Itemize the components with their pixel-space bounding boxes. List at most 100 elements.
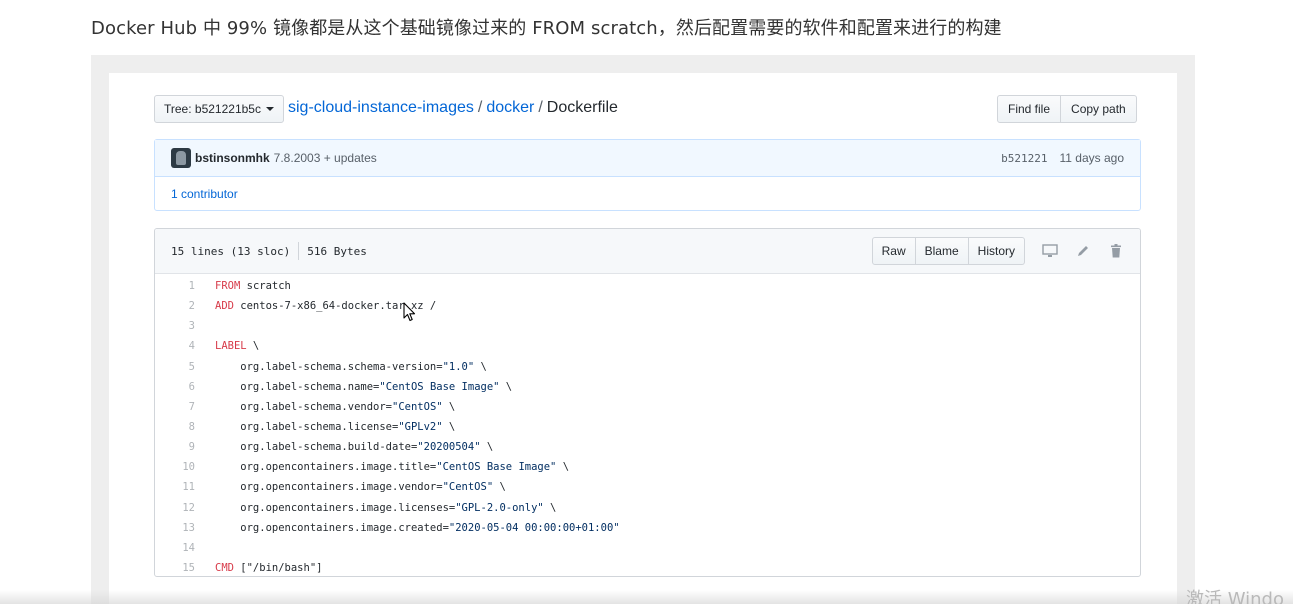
code-line: 4 LABEL \ [155, 336, 1140, 356]
code-text: org.label-schema.schema-version= [215, 360, 443, 373]
file-view-button-group: Raw Blame History [871, 237, 1025, 265]
code-text: \ [499, 380, 513, 393]
code-string: "CentOS" [392, 400, 443, 413]
code-text: \ [543, 501, 557, 514]
line-content: ADD centos-7-x86_64-docker.tar.xz / [205, 300, 436, 312]
file-nav-buttons: Find file Copy path [997, 95, 1137, 123]
line-content: FROM scratch [205, 280, 291, 292]
contributors-link[interactable]: 1 contributor [171, 187, 238, 201]
code-string: "GPL-2.0-only" [455, 501, 544, 514]
commit-author[interactable]: bstinsonmhk [195, 151, 270, 165]
line-number[interactable]: 9 [155, 441, 205, 453]
code-line: 15 CMD ["/bin/bash"] [155, 558, 1140, 576]
code-line: 6 org.label-schema.name="CentOS Base Ima… [155, 377, 1140, 397]
taskbar-shadow [0, 590, 1293, 604]
tree-button-label: Tree: b521221b5c [164, 102, 261, 116]
activation-watermark: 激活 Windo [1186, 589, 1284, 604]
breadcrumb-folder-link[interactable]: docker [486, 99, 534, 116]
file-header: 15 lines (13 sloc) 516 Bytes Raw Blame H… [155, 229, 1140, 274]
pencil-icon[interactable] [1075, 243, 1091, 259]
file-actions: Raw Blame History [871, 237, 1124, 265]
desktop-icon[interactable] [1042, 243, 1058, 259]
code-line: 5 org.label-schema.schema-version="1.0" … [155, 357, 1140, 377]
code-text: org.label-schema.name= [215, 380, 380, 393]
line-content: org.opencontainers.image.vendor="CentOS"… [205, 481, 506, 493]
code-text: \ [493, 481, 506, 494]
branch-tree-button[interactable]: Tree: b521221b5c [154, 95, 284, 123]
latest-commit-box: bstinsonmhk 7.8.2003 + updates b521221 1… [154, 139, 1141, 211]
line-number[interactable]: 5 [155, 361, 205, 373]
line-number[interactable]: 7 [155, 401, 205, 413]
code-text: \ [474, 360, 487, 373]
code-listing: 1 FROM scratch 2 ADD centos-7-x86_64-docker… [155, 274, 1140, 576]
code-text: scratch [240, 280, 291, 293]
code-line: 1 FROM scratch [155, 276, 1140, 296]
code-text: org.label-schema.vendor= [215, 400, 393, 413]
code-text: \ [246, 340, 260, 353]
code-line: 14 [155, 538, 1140, 558]
line-number[interactable]: 14 [155, 542, 205, 554]
code-text: org.opencontainers.image.licenses= [215, 501, 456, 514]
commit-age: 11 days ago [1059, 151, 1125, 165]
code-string: "2020-05-04 00:00:00+01:00" [448, 521, 620, 534]
breadcrumb-separator: / [477, 99, 483, 116]
line-number[interactable]: 6 [155, 381, 205, 393]
code-string: "20200504" [417, 441, 481, 454]
line-number[interactable]: 1 [155, 280, 205, 292]
line-number[interactable]: 13 [155, 522, 205, 534]
file-line-count: 15 lines (13 sloc) [171, 244, 291, 258]
line-number[interactable]: 10 [155, 461, 205, 473]
code-line: 2 ADD centos-7-x86_64-docker.tar.xz / [155, 296, 1140, 316]
code-keyword: FROM [215, 280, 241, 293]
line-content: org.label-schema.schema-version="1.0" \ [205, 361, 487, 373]
avatar[interactable] [171, 148, 191, 168]
find-file-button[interactable]: Find file [997, 95, 1062, 123]
line-content: LABEL \ [205, 340, 259, 352]
commit-row: bstinsonmhk 7.8.2003 + updates b521221 1… [155, 140, 1140, 177]
page-caption: Docker Hub 中 99% 镜像都是从这个基础镜像过来的 FROM scr… [91, 18, 1002, 39]
line-content: org.label-schema.name="CentOS Base Image… [205, 381, 512, 393]
breadcrumb: sig-cloud-instance-images / docker / Dockerf… [288, 99, 618, 117]
raw-button[interactable]: Raw [871, 237, 916, 265]
line-content: org.opencontainers.image.licenses="GPL-2… [205, 502, 556, 514]
breadcrumb-separator: / [538, 99, 543, 116]
code-text: \ [480, 441, 494, 454]
line-content: CMD ["/bin/bash"] [205, 562, 322, 574]
line-number[interactable]: 3 [155, 320, 205, 332]
line-number[interactable]: 2 [155, 300, 205, 312]
code-keyword: LABEL [215, 340, 247, 353]
code-text: org.label-schema.license= [215, 421, 399, 434]
commit-sha[interactable]: b521221 [1001, 152, 1047, 165]
code-line: 8 org.label-schema.license="GPLv2" \ [155, 417, 1140, 437]
code-line: 9 org.label-schema.build-date="20200504"… [155, 437, 1140, 457]
line-number[interactable]: 11 [155, 481, 205, 493]
code-text: \ [442, 421, 456, 434]
code-text: ["/bin/bash"] [233, 562, 323, 575]
file-viewer: 15 lines (13 sloc) 516 Bytes Raw Blame H… [154, 228, 1141, 577]
code-line: 7 org.label-schema.vendor="CentOS" \ [155, 397, 1140, 417]
line-number[interactable]: 15 [155, 562, 205, 574]
breadcrumb-repo-link[interactable]: sig-cloud-instance-images [288, 99, 474, 116]
line-number[interactable]: 12 [155, 502, 205, 514]
code-string: "GPLv2" [398, 421, 443, 434]
header-divider [298, 242, 300, 260]
contributors-row: 1 contributor [155, 177, 1140, 211]
line-content: org.label-schema.build-date="20200504" \ [205, 441, 493, 453]
code-text: \ [556, 461, 570, 474]
code-text: \ [442, 400, 456, 413]
copy-path-button[interactable]: Copy path [1061, 95, 1137, 123]
blame-button[interactable]: Blame [915, 237, 969, 265]
code-line: 10 org.opencontainers.image.title="CentO… [155, 457, 1140, 477]
commit-message[interactable]: 7.8.2003 + updates [274, 151, 377, 165]
code-line: 11 org.opencontainers.image.vendor="Cent… [155, 477, 1140, 497]
line-number[interactable]: 4 [155, 340, 205, 352]
code-string: "CentOS Base Image" [436, 461, 557, 474]
mouse-cursor-icon [403, 302, 416, 327]
code-string: "1.0" [442, 360, 475, 373]
trash-icon[interactable] [1108, 243, 1124, 259]
history-button[interactable]: History [968, 237, 1025, 265]
code-text: org.opencontainers.image.title= [215, 461, 437, 474]
code-line: 13 org.opencontainers.image.created="202… [155, 518, 1140, 538]
code-line: 3 [155, 316, 1140, 336]
line-number[interactable]: 8 [155, 421, 205, 433]
